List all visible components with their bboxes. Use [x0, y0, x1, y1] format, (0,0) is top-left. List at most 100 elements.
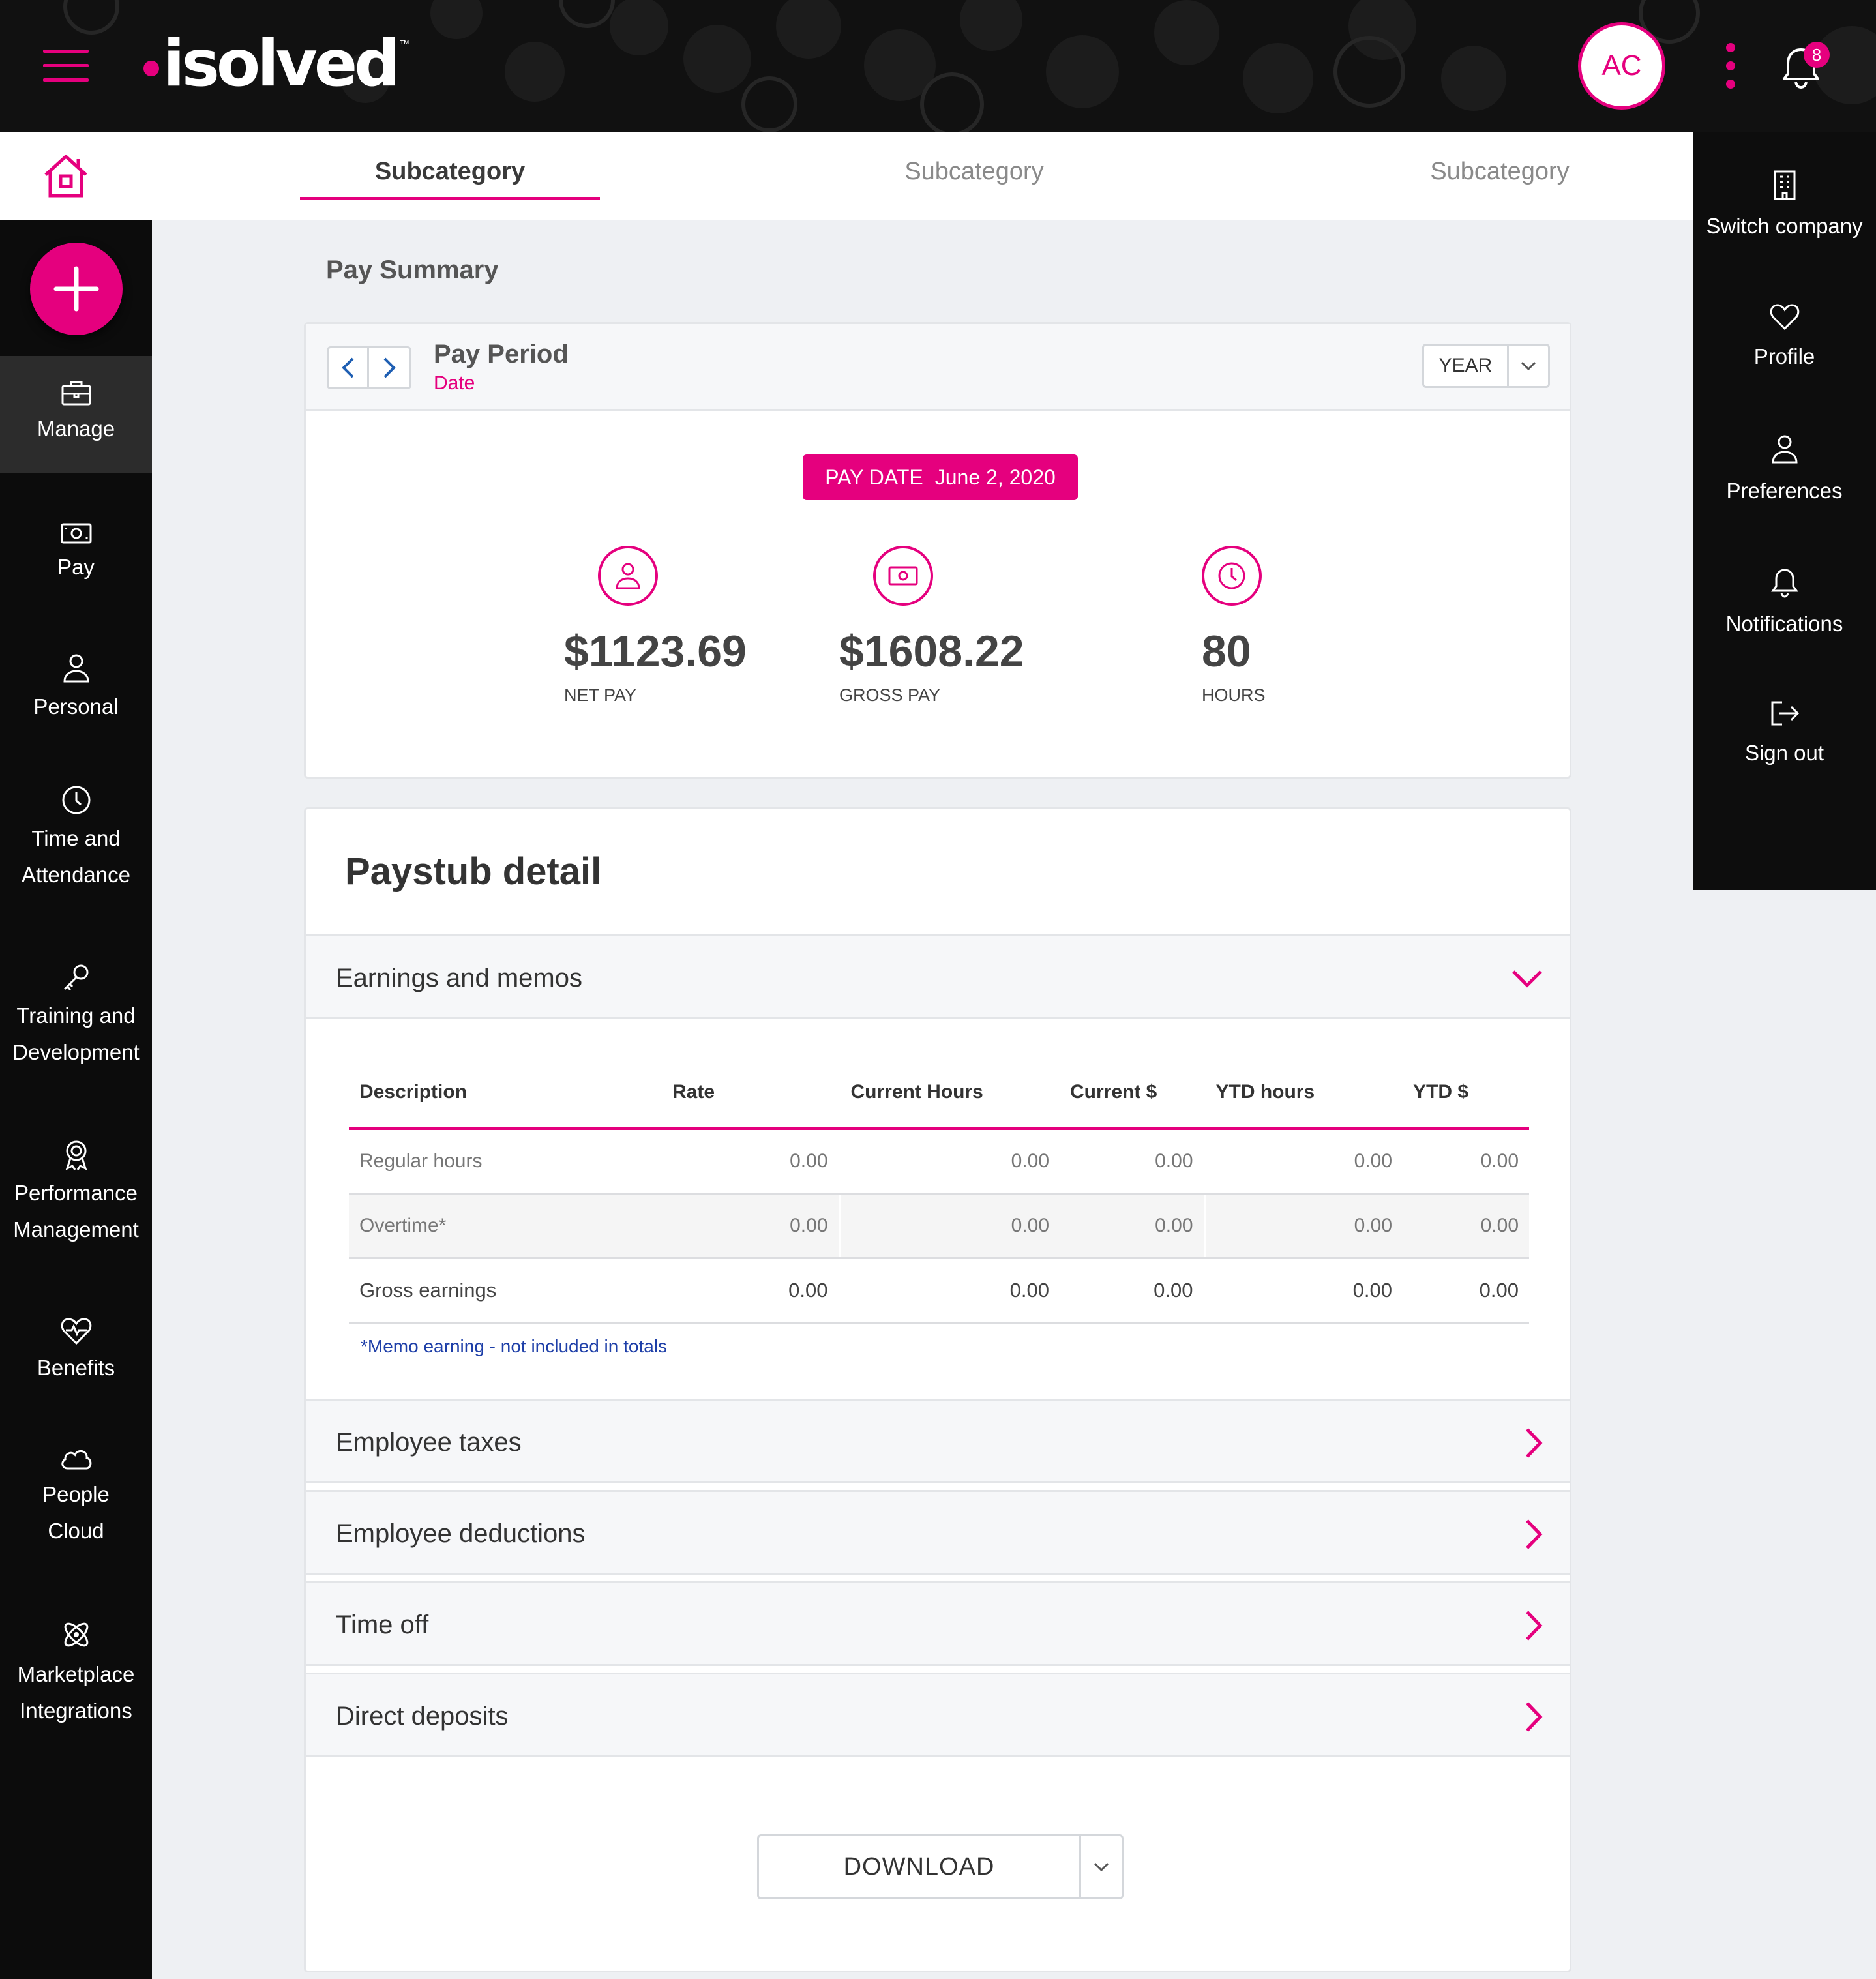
menu-item-preferences[interactable]: Preferences: [1693, 433, 1876, 503]
tab-subcategory-2[interactable]: Subcategory: [824, 158, 1124, 186]
earnings-section-title: Earnings and memos: [336, 964, 582, 992]
sidebar-item-label-line2: Development: [12, 1040, 140, 1064]
chevron-right-icon: [1526, 1428, 1543, 1458]
sidebar-item-label: Benefits: [37, 1356, 115, 1380]
more-options-icon[interactable]: [1721, 40, 1741, 93]
briefcase-icon: [61, 381, 91, 406]
cell-ytd-amount: 0.00: [1403, 1193, 1529, 1259]
building-icon: [1774, 170, 1795, 200]
tab-subcategory-3[interactable]: Subcategory: [1350, 158, 1650, 186]
hours-value: 80: [1202, 627, 1251, 676]
download-button[interactable]: DOWNLOAD: [759, 1836, 1081, 1897]
column-header: Rate: [662, 1057, 839, 1130]
chevron-right-icon: [383, 357, 396, 378]
cell-ytd-hours: 0.00: [1203, 1193, 1403, 1259]
earnings-section-header[interactable]: Earnings and memos: [306, 934, 1570, 1019]
sidebar-item-label-line1: Training and: [16, 1004, 136, 1028]
menu-item-switch-company[interactable]: Switch company: [1693, 170, 1876, 239]
hours-label: HOURS: [1202, 685, 1266, 705]
cell-current-hours: 0.00: [838, 1193, 1060, 1259]
column-header: Current $: [1060, 1057, 1204, 1130]
previous-period-button[interactable]: [329, 348, 369, 387]
menu-item-sign-out[interactable]: Sign out: [1693, 699, 1876, 766]
sign-out-icon: [1771, 701, 1799, 726]
cell-current-amount: 0.00: [1060, 1129, 1204, 1195]
section-title: Employee taxes: [336, 1428, 522, 1457]
range-select[interactable]: YEAR: [1422, 344, 1550, 388]
bell-icon: [1770, 569, 1798, 598]
chevron-down-icon: [1521, 361, 1536, 370]
time-off-section[interactable]: Time off: [306, 1581, 1570, 1666]
sidebar-item-marketplace-integrations[interactable]: Marketplace Integrations: [0, 1617, 152, 1729]
section-title: Direct deposits: [336, 1702, 509, 1731]
menu-item-notifications[interactable]: Notifications: [1693, 566, 1876, 636]
pay-date-badge: PAY DATE June 2, 2020: [803, 454, 1078, 500]
gross-pay-label: GROSS PAY: [839, 685, 941, 705]
cell-current-hours: 0.00: [838, 1129, 1060, 1195]
cell-description: Overtime*: [349, 1193, 662, 1259]
menu-item-label: Profile: [1753, 344, 1815, 368]
column-header: Current Hours: [838, 1057, 1060, 1130]
money-icon: [888, 566, 918, 586]
sidebar-item-label-line2: Integrations: [20, 1699, 132, 1723]
sidebar-item-pay[interactable]: Pay: [0, 522, 152, 586]
user-avatar[interactable]: AC: [1578, 22, 1665, 110]
hamburger-menu-icon[interactable]: [43, 50, 89, 82]
sidebar-item-label-line1: Marketplace: [17, 1662, 135, 1686]
chevron-right-icon: [1526, 1702, 1543, 1732]
next-period-button[interactable]: [369, 348, 409, 387]
sidebar-item-time-attendance[interactable]: Time and Attendance: [0, 784, 152, 893]
chevron-right-icon: [1526, 1519, 1543, 1549]
cell-current-amount: 0.00: [1060, 1258, 1204, 1324]
clock-icon: [62, 786, 90, 814]
table-header-row: Description Rate Current Hours Current $…: [349, 1057, 1529, 1130]
home-icon[interactable]: [40, 153, 91, 200]
pay-date-value: June 2, 2020: [934, 465, 1056, 489]
sidebar-item-training-development[interactable]: Training and Development: [0, 961, 152, 1071]
sidebar-item-label-line1: People: [42, 1482, 110, 1506]
key-icon: [63, 964, 88, 991]
download-options-button[interactable]: [1081, 1836, 1122, 1897]
page-title: Pay Summary: [326, 256, 499, 284]
sidebar-item-performance-management[interactable]: Performance Management: [0, 1138, 152, 1248]
sidebar-item-manage[interactable]: Manage: [0, 356, 152, 473]
menu-item-profile[interactable]: Profile: [1693, 303, 1876, 369]
period-nav-buttons: [327, 346, 411, 389]
top-bar: isolved ™ AC 8: [0, 0, 1876, 132]
notification-count-badge: 8: [1804, 42, 1830, 68]
download-split-button: DOWNLOAD: [757, 1834, 1124, 1899]
section-title: Time off: [336, 1611, 429, 1639]
direct-deposits-section[interactable]: Direct deposits: [306, 1673, 1570, 1757]
pay-period-title: Pay Period: [434, 340, 569, 368]
cell-rate: 0.00: [662, 1258, 839, 1324]
earnings-table: Description Rate Current Hours Current $…: [349, 1057, 1529, 1324]
sidebar-item-benefits[interactable]: Benefits: [0, 1316, 152, 1386]
tab-subcategory-1[interactable]: Subcategory: [300, 158, 600, 186]
sub-navigation: Subcategory Subcategory Subcategory: [0, 132, 1693, 220]
sidebar-item-label-line2: Attendance: [22, 863, 130, 887]
sidebar-item-personal[interactable]: Personal: [0, 652, 152, 725]
award-icon: [65, 1140, 87, 1170]
gross-pay-metric: $1608.22 GROSS PAY: [839, 546, 1061, 706]
column-header: YTD $: [1403, 1057, 1529, 1130]
employee-taxes-section[interactable]: Employee taxes: [306, 1399, 1570, 1483]
net-pay-value: $1123.69: [564, 627, 747, 676]
cell-ytd-amount: 0.00: [1403, 1258, 1529, 1324]
chevron-down-icon: [1094, 1862, 1109, 1871]
employee-deductions-section[interactable]: Employee deductions: [306, 1490, 1570, 1575]
logo-dot: [143, 61, 159, 76]
person-icon: [63, 654, 89, 683]
person-icon: [616, 563, 640, 589]
sidebar-item-people-cloud[interactable]: People Cloud: [0, 1446, 152, 1549]
sidebar-item-label-line2: Management: [13, 1217, 139, 1242]
add-button[interactable]: [30, 243, 123, 335]
cell-rate: 0.00: [662, 1129, 839, 1195]
table-row: Regular hours 0.00 0.00 0.00 0.00 0.00: [349, 1129, 1529, 1195]
column-header: YTD hours: [1203, 1057, 1403, 1130]
clock-icon: [1218, 562, 1245, 589]
sidebar-item-label: Personal: [33, 694, 119, 719]
heart-pulse-icon: [61, 1318, 91, 1345]
active-tab-indicator: [300, 197, 600, 200]
cell-ytd-amount: 0.00: [1403, 1129, 1529, 1195]
left-sidebar: Manage Pay Personal Time and Attendance …: [0, 220, 152, 1979]
